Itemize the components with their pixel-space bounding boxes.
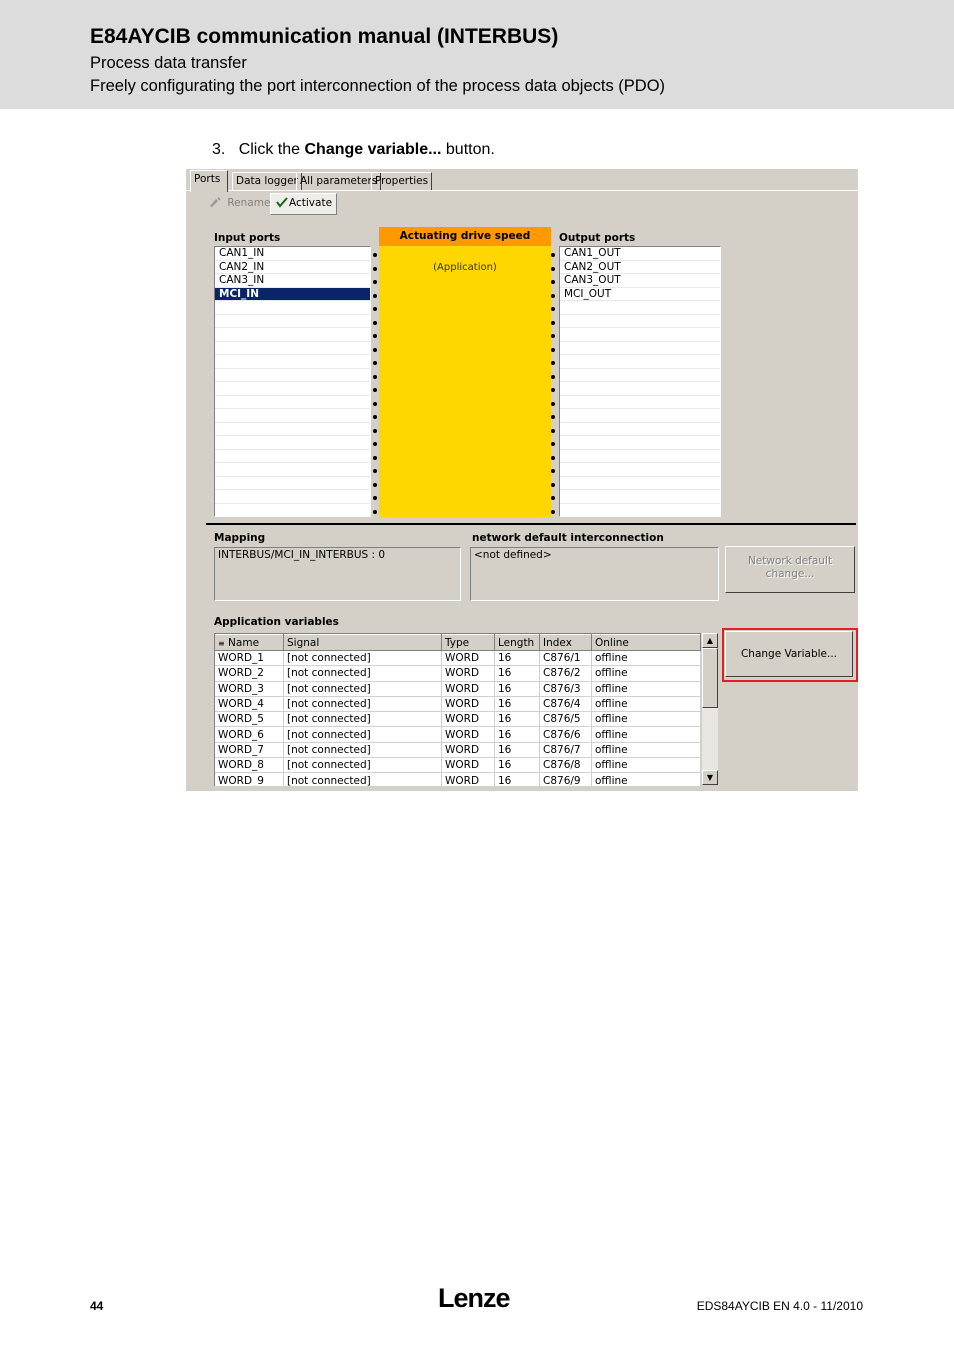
page-header: E84AYCIB communication manual (INTERBUS)… xyxy=(0,0,954,109)
list-item[interactable]: MCI_OUT xyxy=(560,288,720,301)
page-number: 44 xyxy=(90,1299,104,1313)
software-screenshot: Ports Data logger All parameters Propert… xyxy=(186,169,858,791)
column-header-index[interactable]: Index xyxy=(539,634,592,651)
table-row[interactable]: WORD_8 [not connected] WORD 16 C876/8 offline xyxy=(215,757,701,774)
subsection-title: Freely configurating the port interconne… xyxy=(90,77,666,95)
scroll-up-arrow-icon[interactable]: ▲ xyxy=(702,633,718,648)
table-row[interactable]: WORD_7 [not connected] WORD 16 C876/7 offline xyxy=(215,742,701,759)
rename-button[interactable]: Rename xyxy=(208,194,270,213)
network-default-field: <not defined> xyxy=(470,547,719,601)
step-instruction: 3. Click the Change variable... button. xyxy=(212,141,495,159)
application-variables-table: ≡ Name Signal Type Length Index Online W… xyxy=(214,633,701,786)
document-id: EDS84AYCIB EN 4.0 - 11/2010 xyxy=(696,1299,863,1313)
table-row[interactable]: WORD_2 [not connected] WORD 16 C876/2 offline xyxy=(215,665,701,682)
list-item[interactable]: CAN2_OUT xyxy=(560,261,720,274)
column-header-signal[interactable]: Signal xyxy=(283,634,442,651)
rename-icon xyxy=(210,197,221,207)
table-row[interactable]: WORD_5 [not connected] WORD 16 C876/5 offline xyxy=(215,711,701,728)
function-block-subtitle: (Application) xyxy=(433,262,497,273)
list-item-selected[interactable]: MCI_IN xyxy=(215,287,370,301)
table-row[interactable]: WORD_3 [not connected] WORD 16 C876/3 offline xyxy=(215,681,701,697)
list-item[interactable]: CAN3_OUT xyxy=(560,274,720,288)
tab-properties[interactable]: Properties xyxy=(371,172,433,191)
list-item[interactable]: CAN2_IN xyxy=(215,261,370,274)
step-text-pre: Click the xyxy=(238,141,301,158)
table-row[interactable]: WORD_4 [not connected] WORD 16 C876/4 offline xyxy=(215,696,701,713)
table-header-row: ≡ Name Signal Type Length Index Online xyxy=(215,634,701,651)
table-scrollbar[interactable]: ▲ ▼ xyxy=(702,633,718,785)
list-item[interactable]: CAN3_IN xyxy=(215,274,370,288)
application-variables-label: Application variables xyxy=(214,616,339,628)
network-default-change-button[interactable]: Network default change... xyxy=(725,546,855,593)
tab-data-logger[interactable]: Data logger xyxy=(232,172,302,191)
table-row[interactable]: WORD_6 [not connected] WORD 16 C876/6 offline xyxy=(215,726,701,743)
output-ports-label: Output ports xyxy=(559,232,636,244)
mapping-label: Mapping xyxy=(214,532,266,544)
lenze-logo: Lenze xyxy=(438,1283,511,1313)
rename-label: Rename xyxy=(227,197,271,209)
column-header-online[interactable]: Online xyxy=(591,634,701,651)
tab-all-parameters[interactable]: All parameters xyxy=(296,172,382,191)
table-row[interactable]: WORD_1 [not connected] WORD 16 C876/1 offline xyxy=(215,650,701,667)
change-variable-button[interactable]: Change Variable... xyxy=(725,631,853,677)
activate-label: Activate xyxy=(289,197,333,209)
tab-underline xyxy=(186,190,858,191)
input-ports-label: Input ports xyxy=(214,232,281,244)
column-header-type[interactable]: Type xyxy=(441,634,495,651)
table-row[interactable]: WORD_9 [not connected] WORD 16 C876/9 offline xyxy=(215,772,701,786)
manual-title: E84AYCIB communication manual (INTERBUS) xyxy=(90,25,559,48)
activate-button[interactable]: Activate xyxy=(270,193,338,215)
step-number: 3. xyxy=(212,141,226,158)
divider xyxy=(206,523,856,525)
column-header-length[interactable]: Length xyxy=(494,634,540,651)
scroll-down-arrow-icon[interactable]: ▼ xyxy=(702,770,718,785)
output-ports-list[interactable]: CAN1_OUT CAN2_OUT CAN3_OUT MCI_OUT xyxy=(559,246,721,517)
list-item[interactable]: CAN1_IN xyxy=(215,247,370,261)
column-header-name[interactable]: ≡ Name xyxy=(215,634,284,651)
step-text-post: button. xyxy=(445,141,495,158)
output-connector-dots xyxy=(551,253,557,523)
mapping-field: INTERBUS/MCI_IN_INTERBUS : 0 xyxy=(214,547,461,601)
function-block-title: Actuating drive speed xyxy=(379,227,551,246)
step-text-bold: Change variable... xyxy=(304,141,442,158)
scroll-thumb[interactable] xyxy=(702,648,718,708)
column-chooser-icon[interactable]: ≡ xyxy=(218,639,225,648)
input-ports-list[interactable]: CAN1_IN CAN2_IN CAN3_IN MCI_IN xyxy=(214,246,371,517)
list-item[interactable]: CAN1_OUT xyxy=(560,247,720,261)
network-default-label: network default interconnection xyxy=(472,532,664,544)
checkmark-icon xyxy=(276,197,288,208)
tab-ports[interactable]: Ports xyxy=(190,170,228,192)
section-title: Process data transfer xyxy=(90,54,247,72)
